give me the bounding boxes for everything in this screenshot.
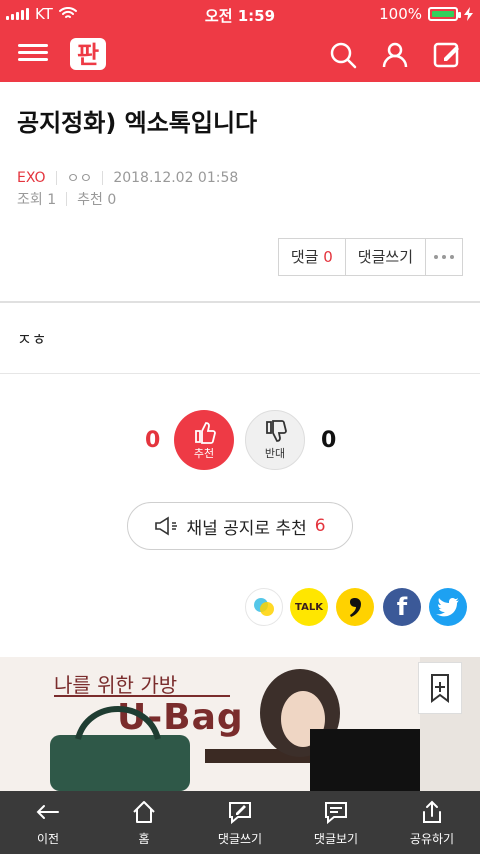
upvote-count: 0 bbox=[145, 428, 161, 453]
search-icon[interactable] bbox=[326, 38, 360, 72]
home-label: 홈 bbox=[138, 832, 150, 846]
post-date: 2018.12.02 01:58 bbox=[113, 170, 239, 186]
app-logo[interactable]: 판 bbox=[68, 36, 108, 72]
post-title: 공지정화) 엑소톡입니다 bbox=[17, 109, 258, 137]
downvote-label: 반대 bbox=[264, 447, 286, 460]
share-button[interactable]: 공유하기 bbox=[384, 791, 480, 854]
more-icon[interactable] bbox=[426, 239, 462, 275]
share-icon bbox=[423, 800, 441, 823]
notice-label: 채널 공지로 추천 bbox=[186, 518, 307, 539]
bookmark-icon[interactable] bbox=[418, 662, 462, 714]
logo-text: 판 bbox=[77, 41, 99, 69]
kakaostory-icon[interactable] bbox=[245, 588, 283, 626]
twitter-icon[interactable] bbox=[429, 588, 467, 626]
home-button[interactable]: 홈 bbox=[96, 791, 192, 854]
downvote-count: 0 bbox=[321, 428, 337, 453]
upvote-label: 추천 bbox=[193, 447, 215, 460]
post-meta: EXO ㅇㅇ 2018.12.02 01:58 bbox=[17, 168, 238, 188]
facebook-icon[interactable]: f bbox=[383, 588, 421, 626]
view-comments-tab[interactable]: 댓글보기 bbox=[288, 791, 384, 854]
ad-banner[interactable]: 나를 위한 가방 U-Bag bbox=[0, 657, 480, 791]
thumbs-up-icon bbox=[195, 422, 216, 444]
downvote-button[interactable]: 반대 bbox=[245, 410, 305, 470]
home-icon bbox=[133, 801, 155, 823]
compose-icon[interactable] bbox=[430, 38, 464, 72]
battery-percent: 100% bbox=[379, 5, 422, 23]
post-actions: 댓글 0 댓글쓰기 bbox=[277, 238, 463, 276]
comment-count: 0 bbox=[323, 248, 333, 266]
arrow-left-icon bbox=[36, 805, 59, 819]
view-comments-label: 댓글보기 bbox=[313, 832, 359, 846]
write-comment-tab[interactable]: 댓글쓰기 bbox=[192, 791, 288, 854]
view-count: 조회 1 bbox=[17, 192, 57, 208]
notice-count: 6 bbox=[314, 516, 326, 536]
divider bbox=[0, 373, 480, 374]
divider bbox=[0, 301, 480, 303]
write-comment-label: 댓글쓰기 bbox=[217, 832, 263, 846]
channel-link[interactable]: EXO bbox=[17, 170, 46, 186]
charging-icon bbox=[464, 7, 473, 21]
post-body: ㅈㅎ bbox=[17, 330, 47, 349]
bottom-toolbar: 이전 홈 댓글쓰기 댓글보기 공유하기 bbox=[0, 791, 480, 854]
comment-write-icon bbox=[229, 802, 251, 825]
ad-image bbox=[50, 657, 480, 791]
like-count: 추천 0 bbox=[77, 192, 117, 208]
comments-icon bbox=[325, 802, 347, 825]
app-bar: 판 bbox=[0, 28, 480, 82]
back-button[interactable]: 이전 bbox=[0, 791, 96, 854]
kakaopage-icon[interactable] bbox=[336, 588, 374, 626]
menu-icon[interactable] bbox=[18, 40, 48, 68]
kakaotalk-icon[interactable]: TALK bbox=[290, 588, 328, 626]
status-bar: KT 오전 1:59 100% bbox=[0, 0, 480, 28]
thumbs-down-icon bbox=[266, 420, 287, 442]
user-icon[interactable] bbox=[378, 38, 412, 72]
notice-recommend-button[interactable]: 채널 공지로 추천 6 bbox=[127, 502, 353, 550]
back-label: 이전 bbox=[36, 832, 60, 846]
megaphone-icon bbox=[155, 516, 178, 536]
write-comment-button[interactable]: 댓글쓰기 bbox=[346, 239, 426, 275]
upvote-button[interactable]: 추천 bbox=[174, 410, 234, 470]
share-label: 공유하기 bbox=[409, 832, 455, 846]
battery-icon bbox=[428, 7, 461, 21]
author: ㅇㅇ bbox=[66, 171, 93, 187]
comments-button[interactable]: 댓글 0 bbox=[279, 239, 346, 275]
post-stats: 조회 1 추천 0 bbox=[17, 189, 116, 209]
header: KT 오전 1:59 100% 판 bbox=[0, 0, 480, 82]
